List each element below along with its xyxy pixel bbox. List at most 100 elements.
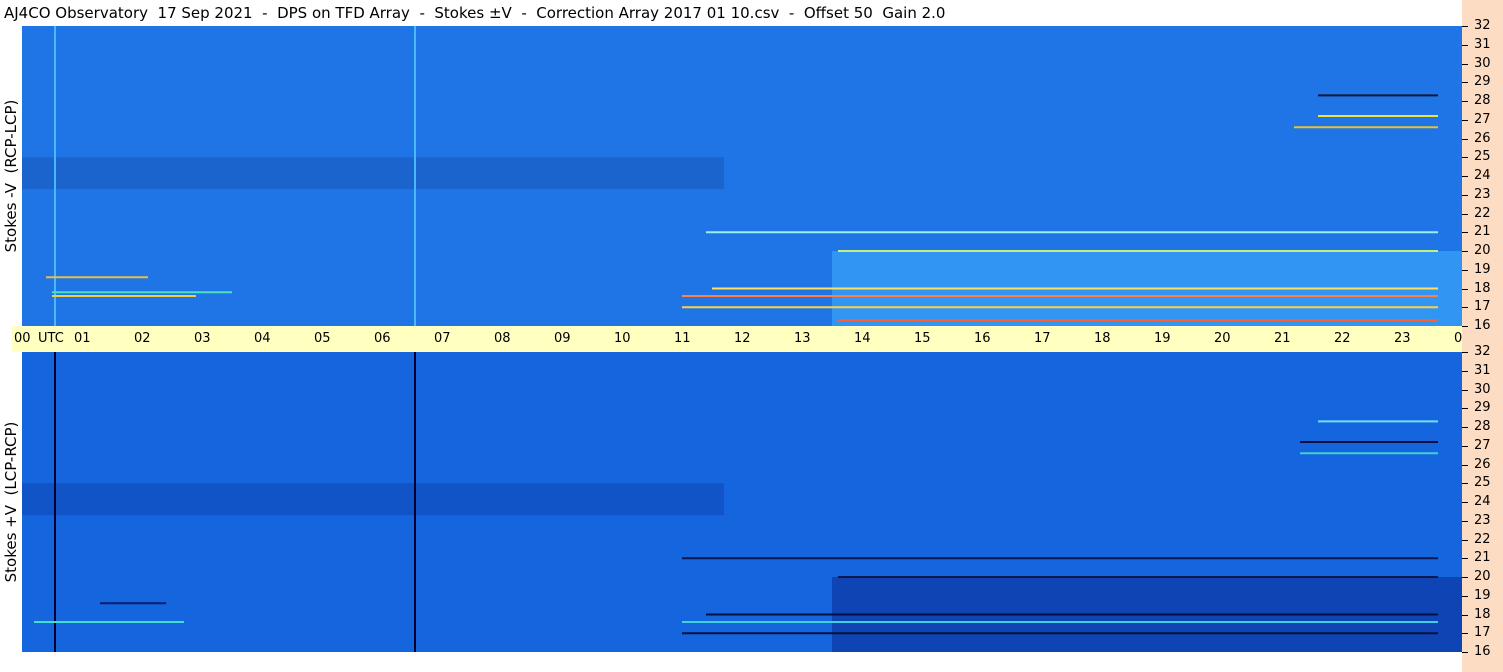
frequency-tick-mark — [1462, 558, 1468, 560]
frequency-tick-mark — [1462, 614, 1468, 616]
time-axis: 00 UTC 01 02 03 04 05 06 07 08 09 10 11 12 13 14 15 16 17 1… — [12, 326, 1498, 352]
frequency-tick-mark — [1462, 464, 1468, 466]
time-tick-label: 05 — [314, 331, 331, 346]
frequency-tick-mark — [1462, 101, 1468, 102]
time-tick-label: 15 — [914, 331, 931, 346]
frequency-tick-mark — [1462, 427, 1468, 428]
frequency-tick-label: 30 — [1474, 55, 1491, 71]
frequency-tick-label: 32 — [1474, 344, 1491, 359]
time-tick-label: 19 — [1154, 331, 1171, 346]
time-tick-label: 00 — [14, 331, 31, 346]
frequency-tick-label: 19 — [1474, 587, 1491, 603]
time-tick-label: 01 — [74, 331, 91, 346]
frequency-tick-label: 16 — [1474, 644, 1491, 659]
time-tick-label: 17 — [1034, 331, 1051, 346]
frequency-tick-label: 30 — [1474, 381, 1491, 397]
frequency-tick-label: 31 — [1474, 362, 1491, 378]
spectrogram-bottom-panel — [22, 352, 1462, 652]
frequency-tick-mark — [1462, 44, 1468, 46]
time-tick-label: 13 — [794, 331, 811, 346]
frequency-tick-mark — [1462, 213, 1468, 215]
frequency-tick-label: 17 — [1474, 299, 1491, 315]
frequency-tick-mark — [1462, 194, 1468, 196]
frequency-tick-label: 24 — [1474, 168, 1491, 183]
frequency-tick-mark — [1462, 352, 1468, 353]
frequency-tick-mark — [1462, 26, 1468, 27]
frequency-tick-label: 28 — [1474, 419, 1491, 434]
time-tick-label: UTC — [38, 331, 64, 346]
frequency-tick-mark — [1462, 138, 1468, 140]
frequency-tick-label: 21 — [1474, 224, 1491, 240]
frequency-tick-mark — [1462, 82, 1468, 84]
page-title: AJ4CO Observatory 17 Sep 2021 - DPS on T… — [4, 4, 946, 22]
frequency-tick-mark — [1462, 577, 1468, 578]
ylabel-bottom: Stokes +V (LCP-RCP) — [2, 421, 20, 583]
frequency-tick-mark — [1462, 157, 1468, 159]
time-tick-label: 21 — [1274, 331, 1291, 346]
frequency-tick-mark — [1462, 389, 1468, 391]
heatmap-dark-band — [22, 483, 724, 516]
time-tick-label: 04 — [254, 331, 271, 346]
frequency-tick-mark — [1462, 307, 1468, 309]
time-tick-label: 03 — [194, 331, 211, 346]
time-tick-label: 08 — [494, 331, 511, 346]
frequency-tick-mark — [1462, 633, 1468, 635]
frequency-tick-label: 22 — [1474, 205, 1491, 221]
time-tick-label: 20 — [1214, 331, 1231, 346]
spectrogram-top-panel — [22, 26, 1462, 326]
frequency-tick-label: 21 — [1474, 550, 1491, 566]
frequency-tick-mark — [1462, 595, 1468, 597]
frequency-tick-mark — [1462, 445, 1468, 447]
spectrogram-top-svg — [22, 26, 1462, 326]
frequency-tick-label: 16 — [1474, 318, 1491, 333]
time-tick-label: 11 — [674, 331, 691, 346]
time-tick-label: 10 — [614, 331, 631, 346]
time-tick-label: 02 — [134, 331, 151, 346]
frequency-tick-mark — [1462, 326, 1468, 327]
frequency-tick-label: 23 — [1474, 512, 1491, 528]
frequency-tick-label: 25 — [1474, 149, 1491, 165]
frequency-tick-label: 29 — [1474, 400, 1491, 416]
frequency-tick-mark — [1462, 119, 1468, 121]
frequency-tick-mark — [1462, 483, 1468, 485]
frequency-tick-mark — [1462, 63, 1468, 65]
frequency-tick-mark — [1462, 176, 1468, 177]
frequency-tick-label: 18 — [1474, 606, 1491, 622]
frequency-tick-label: 24 — [1474, 494, 1491, 509]
frequency-tick-mark — [1462, 502, 1468, 503]
time-tick-label: 07 — [434, 331, 451, 346]
frequency-tick-label: 18 — [1474, 280, 1491, 296]
frequency-tick-label: 31 — [1474, 36, 1491, 52]
frequency-tick-label: 20 — [1474, 243, 1491, 258]
heatmap-dark-band — [22, 157, 724, 190]
spectrogram-bottom-svg — [22, 352, 1462, 652]
frequency-tick-label: 27 — [1474, 437, 1491, 453]
frequency-tick-mark — [1462, 232, 1468, 234]
frequency-tick-mark — [1462, 269, 1468, 271]
time-tick-label: 14 — [854, 331, 871, 346]
frequency-tick-mark — [1462, 370, 1468, 372]
ylabel-top: Stokes -V (RCP-LCP) — [2, 99, 20, 253]
frequency-tick-label: 32 — [1474, 18, 1491, 33]
frequency-tick-label: 26 — [1474, 456, 1491, 472]
frequency-tick-label: 27 — [1474, 111, 1491, 127]
frequency-tick-label: 29 — [1474, 74, 1491, 90]
frequency-tick-label: 22 — [1474, 531, 1491, 547]
frequency-tick-label: 23 — [1474, 186, 1491, 202]
frequency-tick-mark — [1462, 652, 1468, 653]
time-tick-label: 16 — [974, 331, 991, 346]
frequency-tick-mark — [1462, 539, 1468, 541]
time-tick-label: 09 — [554, 331, 571, 346]
frequency-tick-mark — [1462, 408, 1468, 410]
frequency-tick-label: 20 — [1474, 569, 1491, 584]
frequency-tick-label: 28 — [1474, 93, 1491, 108]
frequency-tick-label: 19 — [1474, 261, 1491, 277]
time-tick-label: 23 — [1394, 331, 1411, 346]
frequency-tick-label: 26 — [1474, 130, 1491, 146]
frequency-axis: 32 31 30 29 28 27 26 25 24 23 22 21 20 19 18 17 16 32 31 30… — [1462, 0, 1503, 672]
time-tick-label: 12 — [734, 331, 751, 346]
frequency-tick-label: 25 — [1474, 475, 1491, 491]
frequency-tick-mark — [1462, 288, 1468, 290]
frequency-tick-mark — [1462, 251, 1468, 252]
frequency-tick-label: 17 — [1474, 625, 1491, 641]
